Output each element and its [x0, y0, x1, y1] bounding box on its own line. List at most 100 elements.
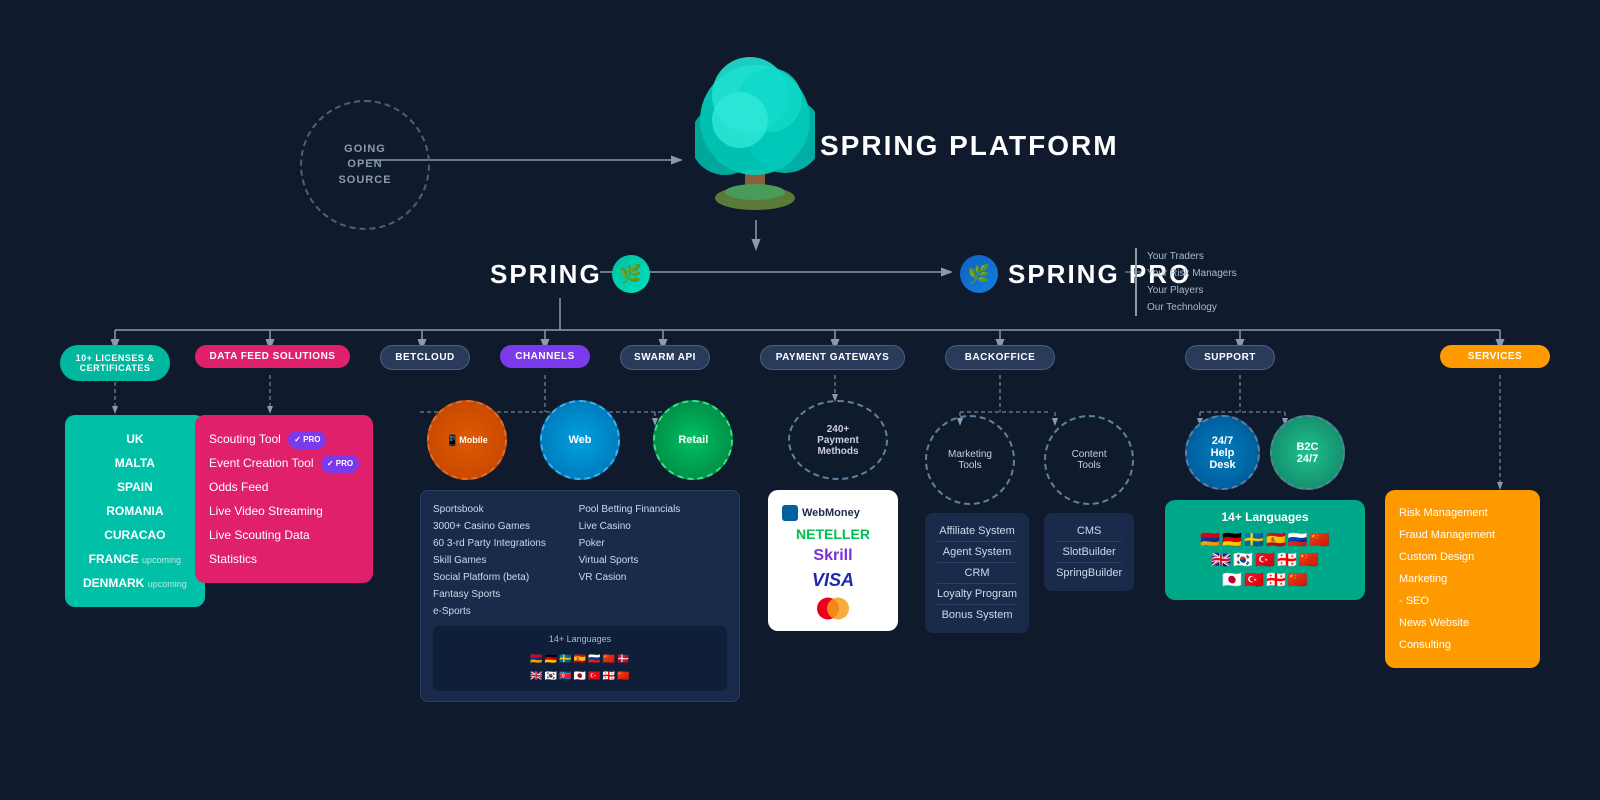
- sflag-10: 🇬🇪: [1277, 550, 1297, 570]
- channel-mobile: 📱 Mobile: [427, 400, 507, 480]
- datafeed-item-1: Scouting Tool ✓ PRO: [209, 427, 359, 451]
- pro-badge-2: ✓ PRO: [321, 455, 359, 473]
- sflag-12: 🇯🇵: [1222, 570, 1242, 590]
- support-b2c-circle: B2C 24/7: [1270, 415, 1345, 490]
- datafeed-item-3: Odds Feed: [209, 475, 359, 499]
- license-denmark-upcoming: upcoming: [148, 579, 187, 589]
- sflag-9: 🇹🇷: [1255, 550, 1275, 570]
- spring-icon: 🌿: [612, 255, 650, 293]
- ch-item-7: e-Sports: [433, 603, 574, 620]
- support-helpdesk-circle: 24/7 Help Desk: [1185, 415, 1260, 490]
- sflag-14: 🇬🇪: [1266, 570, 1286, 590]
- cat-services-label: SERVICES: [1468, 351, 1522, 362]
- cat-support: SUPPORT: [1185, 345, 1275, 370]
- support-circles: 24/7 Help Desk B2C 24/7: [1165, 415, 1365, 490]
- ch-item-5: Social Platform (beta): [433, 569, 574, 586]
- datafeed-item-2: Event Creation Tool ✓ PRO: [209, 451, 359, 475]
- license-malta: MALTA: [83, 451, 187, 475]
- cat-backoffice: BACKOFFICE: [945, 345, 1055, 370]
- payment-visa: VISA: [782, 570, 884, 591]
- service-3: Custom Design: [1399, 546, 1526, 568]
- channels-col2: Pool Betting Financials Live Casino Poke…: [579, 501, 720, 586]
- slotbuilder-item: SlotBuilder: [1056, 542, 1122, 563]
- support-langs-box: 14+ Languages 🇦🇲🇩🇪🇸🇪🇪🇸🇷🇺🇨🇳 🇬🇧🇰🇷🇹🇷🇬🇪🇨🇳 🇯🇵…: [1165, 500, 1365, 600]
- payment-neteller: NETELLER: [782, 526, 884, 542]
- payment-count: 240+ Payment Methods: [817, 424, 859, 457]
- backoffice-col1: Marketing Tools Affiliate System Agent S…: [925, 415, 1029, 633]
- cat-datafeed: DATA FEED SOLUTIONS: [195, 345, 350, 368]
- flag-14: 🇨🇳: [617, 668, 629, 685]
- support-section: 24/7 Help Desk B2C 24/7 14+ Languages 🇦🇲…: [1165, 415, 1365, 600]
- flag-11: 🇯🇵: [574, 668, 586, 685]
- ch-item-4: Skill Games: [433, 552, 574, 569]
- marketing-tools-circle: Marketing Tools: [925, 415, 1015, 505]
- sflag-13: 🇹🇷: [1244, 570, 1264, 590]
- payment-section: 240+ Payment Methods WebMoney NETELLER S…: [768, 400, 908, 631]
- payment-skrill: Skrill: [782, 547, 884, 565]
- channels-section: 📱 Mobile Web Retail Sportsbook 3000+ Cas…: [420, 400, 740, 702]
- flag-10: 🇰🇵: [559, 668, 571, 685]
- sflag-3: 🇸🇪: [1244, 530, 1264, 550]
- spring-pro-info-line3: Your Players: [1147, 282, 1237, 299]
- cat-services: SERVICES: [1440, 345, 1550, 368]
- datafeed-item-4: Live Video Streaming: [209, 499, 359, 523]
- content-tools-circle: Content Tools: [1044, 415, 1134, 505]
- spring-label: SPRING: [490, 259, 602, 290]
- main-diagram: SPRING PLATFORM GOING OPEN SOURCE SPRING…: [0, 0, 1600, 800]
- sflag-1: 🇦🇲: [1200, 530, 1220, 550]
- flag-6: 🇨🇳: [603, 651, 615, 668]
- bo-agent: Agent System: [937, 542, 1017, 563]
- backoffice-col2: Content Tools CMS SlotBuilder SpringBuil…: [1044, 415, 1134, 633]
- license-france-upcoming: upcoming: [142, 555, 181, 565]
- sflag-15: 🇨🇳: [1288, 570, 1308, 590]
- service-2: Fraud Management: [1399, 524, 1526, 546]
- bo-affiliate: Affiliate System: [937, 521, 1017, 542]
- channels-content-box: Sportsbook 3000+ Casino Games 60 3-rd Pa…: [420, 490, 740, 702]
- springbuilder-item: SpringBuilder: [1056, 563, 1122, 583]
- tree-icon: [695, 30, 815, 225]
- ch-item-10: Poker: [579, 535, 720, 552]
- ch-item-12: VR Casion: [579, 569, 720, 586]
- license-list: UK MALTA SPAIN ROMANIA CURACAO FRANCE up…: [65, 415, 205, 607]
- cat-swarmapi-label: SWARM API: [634, 352, 696, 363]
- sflag-11: 🇨🇳: [1299, 550, 1319, 570]
- open-source-label: GOING OPEN SOURCE: [338, 142, 391, 188]
- support-lang-title: 14+ Languages: [1177, 510, 1353, 524]
- spring-pro-info-line1: Your Traders: [1147, 248, 1237, 265]
- sflag-8: 🇰🇷: [1233, 550, 1253, 570]
- support-flags-row3: 🇯🇵🇹🇷🇬🇪🇨🇳: [1177, 570, 1353, 590]
- sflag-6: 🇨🇳: [1310, 530, 1330, 550]
- support-flags-row1: 🇦🇲🇩🇪🇸🇪🇪🇸🇷🇺🇨🇳: [1177, 530, 1353, 550]
- ch-item-8: Pool Betting Financials: [579, 501, 720, 518]
- services-section: Risk Management Fraud Management Custom …: [1385, 490, 1540, 668]
- flag-8: 🇬🇧: [530, 668, 542, 685]
- license-france: FRANCE upcoming: [83, 547, 187, 571]
- service-4: Marketing: [1399, 568, 1526, 590]
- cat-channels-label: CHANNELS: [515, 351, 575, 362]
- support-flags-row2: 🇬🇧🇰🇷🇹🇷🇬🇪🇨🇳: [1177, 550, 1353, 570]
- datafeed-item-5: Live Scouting Data: [209, 523, 359, 547]
- flag-4: 🇪🇸: [574, 651, 586, 668]
- payment-webmoney: WebMoney: [782, 505, 884, 521]
- cat-licenses: 10+ LICENSES & CERTIFICATES: [60, 345, 170, 381]
- cms-list: CMS SlotBuilder SpringBuilder: [1044, 513, 1134, 591]
- datafeed-item-6: Statistics: [209, 547, 359, 571]
- license-curacao: CURACAO: [83, 523, 187, 547]
- open-source-node: GOING OPEN SOURCE: [300, 100, 430, 230]
- sflag-4: 🇪🇸: [1266, 530, 1286, 550]
- channels-languages-bar: 14+ Languages 🇦🇲🇩🇪🇸🇪🇪🇸🇷🇺🇨🇳🇩🇰 🇬🇧🇰🇷🇰🇵🇯🇵🇹🇷🇬…: [433, 626, 727, 691]
- flag-5: 🇷🇺: [588, 651, 600, 668]
- channels-lang-label: 14+ Languages: [441, 632, 719, 647]
- channels-flag-row: 🇦🇲🇩🇪🇸🇪🇪🇸🇷🇺🇨🇳🇩🇰: [441, 651, 719, 668]
- spring-pro-info: Your Traders Your Risk Managers Your Pla…: [1135, 248, 1237, 316]
- ch-item-11: Virtual Sports: [579, 552, 720, 569]
- cat-betcloud: BETCLOUD: [380, 345, 470, 370]
- bo-bonus: Bonus System: [937, 605, 1017, 625]
- service-5: - SEO News Website Consulting: [1399, 590, 1526, 656]
- spring-node: SPRING 🌿: [490, 255, 650, 293]
- channels-flag-row-2: 🇬🇧🇰🇷🇰🇵🇯🇵🇹🇷🇬🇪🇨🇳: [441, 668, 719, 685]
- channel-circles: 📱 Mobile Web Retail: [420, 400, 740, 480]
- flag-13: 🇬🇪: [603, 668, 615, 685]
- pro-badge-1: ✓ PRO: [288, 431, 326, 449]
- spring-pro-info-line2: Your Risk Managers: [1147, 265, 1237, 282]
